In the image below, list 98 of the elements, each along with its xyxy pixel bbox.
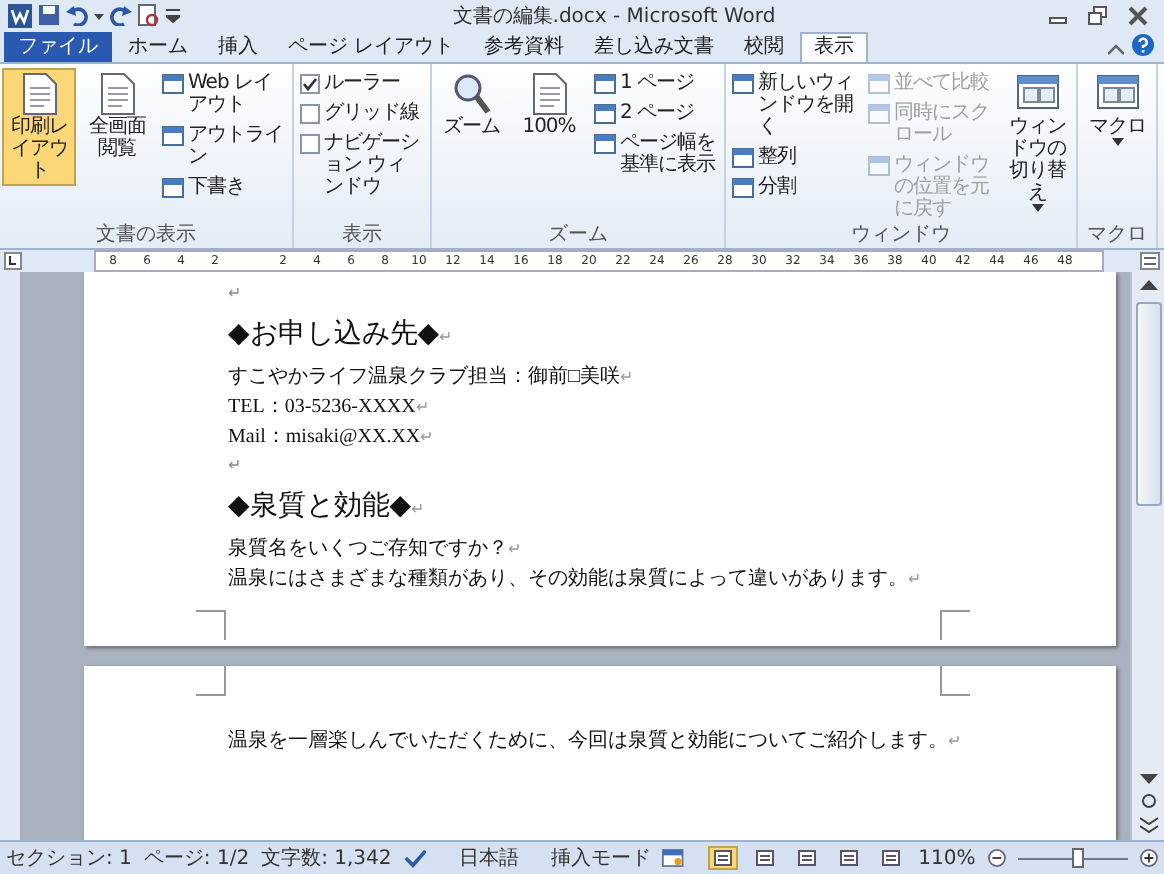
tab-selector-icon[interactable] [4, 252, 22, 270]
status-field[interactable]: ページ: 1/2 [143, 844, 250, 872]
window-icon [868, 74, 890, 94]
ribbon-button[interactable]: Web レイアウト [158, 68, 290, 120]
ribbon-button[interactable]: 新しいウィンドウを開く [728, 68, 860, 142]
browse-object-icon[interactable] [1139, 792, 1157, 810]
group-label: ズーム [546, 224, 610, 248]
ribbon-button[interactable]: ウィンドウの切り替え [1000, 68, 1074, 216]
proofing-check-icon[interactable] [403, 847, 427, 869]
collapse-icon[interactable] [1108, 44, 1124, 56]
view-icon [798, 850, 817, 866]
view-icon [714, 850, 733, 866]
ribbon-button[interactable]: マクロ [1080, 68, 1154, 150]
zoom-in-icon[interactable] [1140, 848, 1158, 868]
body-text: 泉質名をいくつご存知ですか？↵ [228, 535, 524, 564]
ribbon-button[interactable]: 1 ページ [590, 68, 722, 98]
paragraph-mark: ↵ [228, 282, 242, 306]
heading-text: ◆泉質と効能◆↵ [228, 488, 427, 526]
ribbon-tab[interactable]: 表示 [800, 32, 869, 62]
body-text: すこやかライフ温泉クラブ担当：御前□美咲↵ [228, 363, 637, 392]
scroll-down-icon[interactable] [1139, 772, 1157, 786]
group-label: 文書の表示 [94, 224, 198, 248]
close-icon[interactable] [1128, 5, 1148, 25]
ruler-checkbox[interactable]: グリッド線 [296, 98, 428, 128]
view-icon [756, 850, 775, 866]
ribbon-button[interactable]: 下書き [158, 172, 290, 202]
ribbon-tab[interactable]: 差し込み文書 [580, 32, 729, 62]
help-icon[interactable] [1132, 34, 1154, 56]
macro-record-icon[interactable] [662, 848, 685, 868]
scroll-up-icon[interactable] [1139, 278, 1157, 292]
body-text: 温泉にはさまざまな種類があり、その効能は泉質によって違いがあります。↵ [228, 565, 924, 594]
status-field[interactable]: 文字数: 1,342 [261, 844, 392, 872]
save-icon[interactable] [38, 4, 60, 26]
window-icon [732, 148, 754, 168]
ribbon-button[interactable]: ズーム [434, 68, 508, 142]
view-icon [840, 850, 859, 866]
restore-icon[interactable] [1088, 5, 1108, 25]
ribbon-tab[interactable]: ページ レイアウト [274, 32, 469, 62]
magnifier-icon [451, 72, 491, 116]
window-icon [162, 178, 184, 198]
view-icon [882, 850, 901, 866]
checkbox-icon [300, 74, 320, 94]
group-label: マクロ [1085, 224, 1149, 248]
ribbon-tab[interactable]: ファイル [4, 32, 112, 62]
ribbon-button[interactable]: アウトライン [158, 120, 290, 172]
window-title: 文書の編集.docx - Microsoft Word [450, 3, 778, 29]
status-field[interactable]: セクション: 1 [6, 844, 132, 872]
window-icon [868, 104, 890, 124]
ribbon-button[interactable]: 100% [512, 68, 586, 142]
page-icon [99, 72, 135, 116]
body-text: 温泉を一層楽しんでいただくために、今回は泉質と効能についてご紹介します。↵ [228, 727, 964, 756]
view-button[interactable] [708, 846, 739, 870]
page-icon [21, 72, 57, 116]
zoom-level-text[interactable]: 110% [918, 847, 976, 869]
window-icon [594, 74, 616, 94]
paragraph-mark: ↵ [228, 454, 242, 478]
window-icon [162, 74, 184, 94]
customize-menu-icon[interactable] [166, 4, 180, 26]
checkbox-icon [300, 134, 320, 154]
ruler-checkbox[interactable]: ルーラー [296, 68, 428, 98]
caret-icon [1111, 138, 1123, 146]
word-logo-icon[interactable] [8, 3, 32, 27]
caret-icon [1031, 204, 1043, 212]
ruler-checkbox[interactable]: ナビゲーション ウィンドウ [296, 128, 428, 202]
window-icon [594, 104, 616, 124]
scroll-down-icon[interactable] [1139, 816, 1157, 834]
ribbon-tab[interactable]: 参考資料 [470, 32, 579, 62]
ribbon-tab[interactable]: 挿入 [204, 32, 272, 62]
window-icon [732, 178, 754, 198]
ribbon-button[interactable]: ページ幅を基準に表示 [590, 128, 722, 180]
zoom-slider-thumb[interactable] [1072, 847, 1085, 867]
ruler-toggle-icon[interactable] [1140, 252, 1160, 270]
zoom-out-icon[interactable] [987, 848, 1006, 868]
ribbon-tab[interactable]: 校閲 [730, 32, 799, 62]
language-field[interactable]: 日本語 [438, 844, 539, 872]
body-text: TEL：03-5236-XXXX↵ [228, 394, 432, 422]
redo-icon[interactable] [110, 4, 132, 26]
group-label: ウィンドウ [849, 224, 953, 248]
window-icon [162, 126, 184, 146]
ribbon-button[interactable]: 全画面閲覧 [80, 68, 154, 164]
scroll-thumb[interactable] [1135, 302, 1161, 506]
vertical-scrollbar[interactable] [1130, 272, 1164, 840]
checkbox-icon [300, 104, 320, 124]
window-icon [594, 134, 616, 154]
ribbon-button[interactable]: 印刷レイアウト [2, 68, 76, 186]
undo-icon[interactable] [66, 4, 88, 26]
print-preview-icon[interactable] [138, 3, 160, 27]
body-text: Mail：misaki@XX.XX↵ [228, 424, 437, 452]
page-icon [531, 72, 567, 116]
window-icon [732, 74, 754, 94]
ribbon-button[interactable]: 2 ページ [590, 98, 722, 128]
window-icon [868, 156, 890, 176]
ribbon-tab[interactable]: ホーム [114, 32, 202, 62]
heading-text: ◆お申し込み先◆↵ [228, 316, 455, 354]
ribbon-button[interactable]: 分割 [728, 172, 860, 202]
group-label: 表示 [340, 224, 384, 248]
ribbon-button[interactable]: 整列 [728, 142, 860, 172]
mode-field[interactable]: 挿入モード [550, 844, 651, 872]
